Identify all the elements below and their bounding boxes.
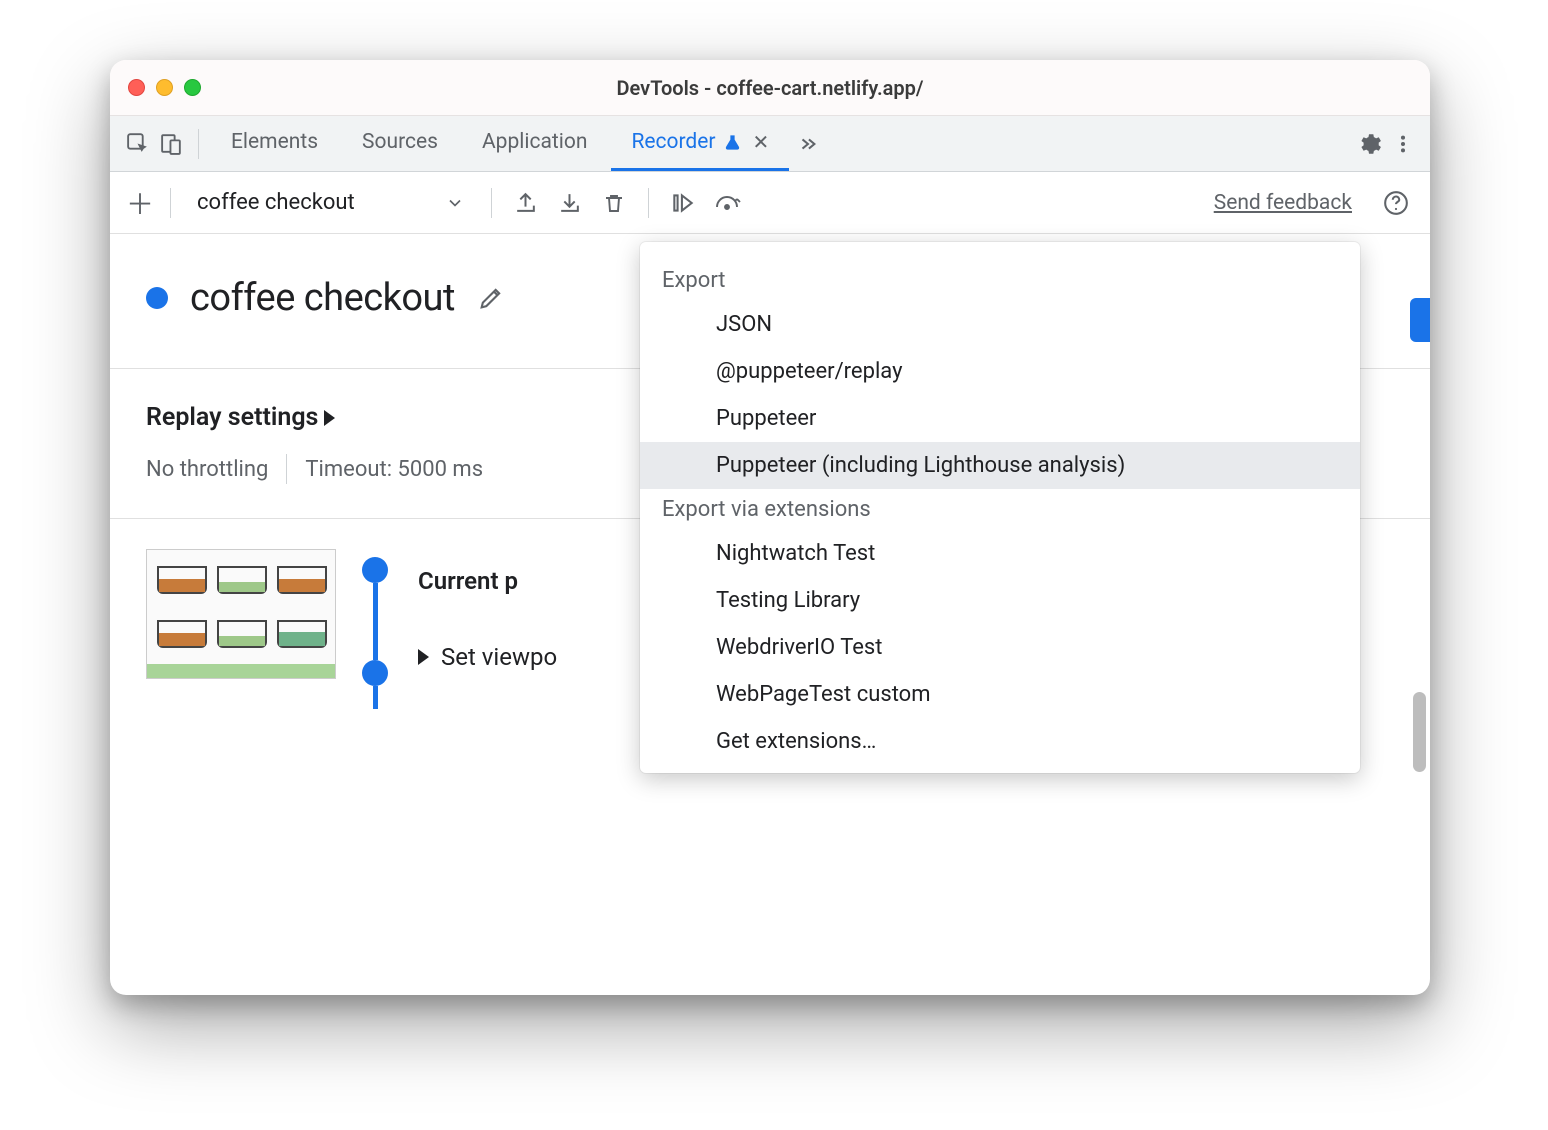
device-toggle-icon[interactable] bbox=[156, 129, 186, 159]
minimize-window-button[interactable] bbox=[156, 79, 173, 96]
divider bbox=[170, 188, 171, 218]
gear-icon[interactable] bbox=[1354, 129, 1384, 159]
recording-indicator-icon bbox=[146, 287, 168, 309]
new-recording-button[interactable]: ＋ bbox=[126, 183, 154, 223]
devtools-window: DevTools - coffee-cart.netlify.app/ Elem… bbox=[110, 60, 1430, 995]
tab-elements[interactable]: Elements bbox=[211, 116, 338, 171]
timeline bbox=[362, 557, 388, 709]
export-puppeteer[interactable]: Puppeteer bbox=[640, 395, 1360, 442]
close-tab-icon[interactable]: ✕ bbox=[753, 130, 770, 154]
zoom-window-button[interactable] bbox=[184, 79, 201, 96]
export-get-extensions[interactable]: Get extensions… bbox=[640, 718, 1360, 765]
window-title: DevTools - coffee-cart.netlify.app/ bbox=[617, 76, 924, 100]
chevron-down-icon bbox=[445, 193, 465, 213]
slow-replay-button[interactable] bbox=[709, 185, 745, 221]
export-testing-library[interactable]: Testing Library bbox=[640, 577, 1360, 624]
export-menu: Export JSON @puppeteer/replay Puppeteer … bbox=[640, 242, 1360, 773]
divider bbox=[286, 454, 287, 484]
timeline-dot bbox=[362, 557, 388, 583]
delete-button[interactable] bbox=[596, 185, 632, 221]
timeline-dot bbox=[362, 660, 388, 686]
edit-icon[interactable] bbox=[477, 284, 505, 312]
scrollbar-thumb[interactable] bbox=[1413, 692, 1426, 772]
export-puppeteer-replay[interactable]: @puppeteer/replay bbox=[640, 348, 1360, 395]
close-window-button[interactable] bbox=[128, 79, 145, 96]
inspect-icon[interactable] bbox=[122, 129, 152, 159]
more-tabs-icon[interactable] bbox=[793, 129, 823, 159]
step-button[interactable] bbox=[665, 185, 701, 221]
tab-recorder[interactable]: Recorder ✕ bbox=[611, 116, 789, 171]
step-current-page[interactable]: Current p bbox=[418, 567, 557, 595]
replay-button-edge[interactable] bbox=[1410, 298, 1430, 342]
expand-icon bbox=[418, 649, 429, 665]
expand-icon bbox=[324, 410, 335, 426]
window-controls bbox=[128, 79, 201, 96]
timeout-value: Timeout: 5000 ms bbox=[305, 457, 483, 482]
recording-title: coffee checkout bbox=[190, 276, 455, 320]
export-button[interactable] bbox=[508, 185, 544, 221]
titlebar: DevTools - coffee-cart.netlify.app/ bbox=[110, 60, 1430, 116]
divider bbox=[491, 188, 492, 218]
recording-select-label: coffee checkout bbox=[197, 190, 355, 215]
tab-sources[interactable]: Sources bbox=[342, 116, 458, 171]
divider bbox=[648, 188, 649, 218]
export-json[interactable]: JSON bbox=[640, 301, 1360, 348]
screenshot-thumbnail[interactable] bbox=[146, 549, 336, 679]
devtools-tabstrip: Elements Sources Application Recorder ✕ bbox=[110, 116, 1430, 172]
divider bbox=[198, 129, 199, 159]
tab-application[interactable]: Application bbox=[462, 116, 607, 171]
export-extensions-group-label: Export via extensions bbox=[640, 489, 1360, 530]
export-webpagetest[interactable]: WebPageTest custom bbox=[640, 671, 1360, 718]
import-button[interactable] bbox=[552, 185, 588, 221]
step-set-viewport[interactable]: Set viewpo bbox=[418, 643, 557, 671]
help-icon[interactable] bbox=[1378, 185, 1414, 221]
throttling-value: No throttling bbox=[146, 457, 268, 482]
export-group-label: Export bbox=[640, 260, 1360, 301]
export-webdriverio[interactable]: WebdriverIO Test bbox=[640, 624, 1360, 671]
export-puppeteer-lighthouse[interactable]: Puppeteer (including Lighthouse analysis… bbox=[640, 442, 1360, 489]
flask-icon bbox=[724, 134, 741, 151]
recorder-toolbar: ＋ coffee checkout Send feedback bbox=[110, 172, 1430, 234]
kebab-icon[interactable] bbox=[1388, 129, 1418, 159]
recording-select[interactable]: coffee checkout bbox=[187, 190, 475, 215]
send-feedback-link[interactable]: Send feedback bbox=[1214, 191, 1352, 215]
export-nightwatch[interactable]: Nightwatch Test bbox=[640, 530, 1360, 577]
